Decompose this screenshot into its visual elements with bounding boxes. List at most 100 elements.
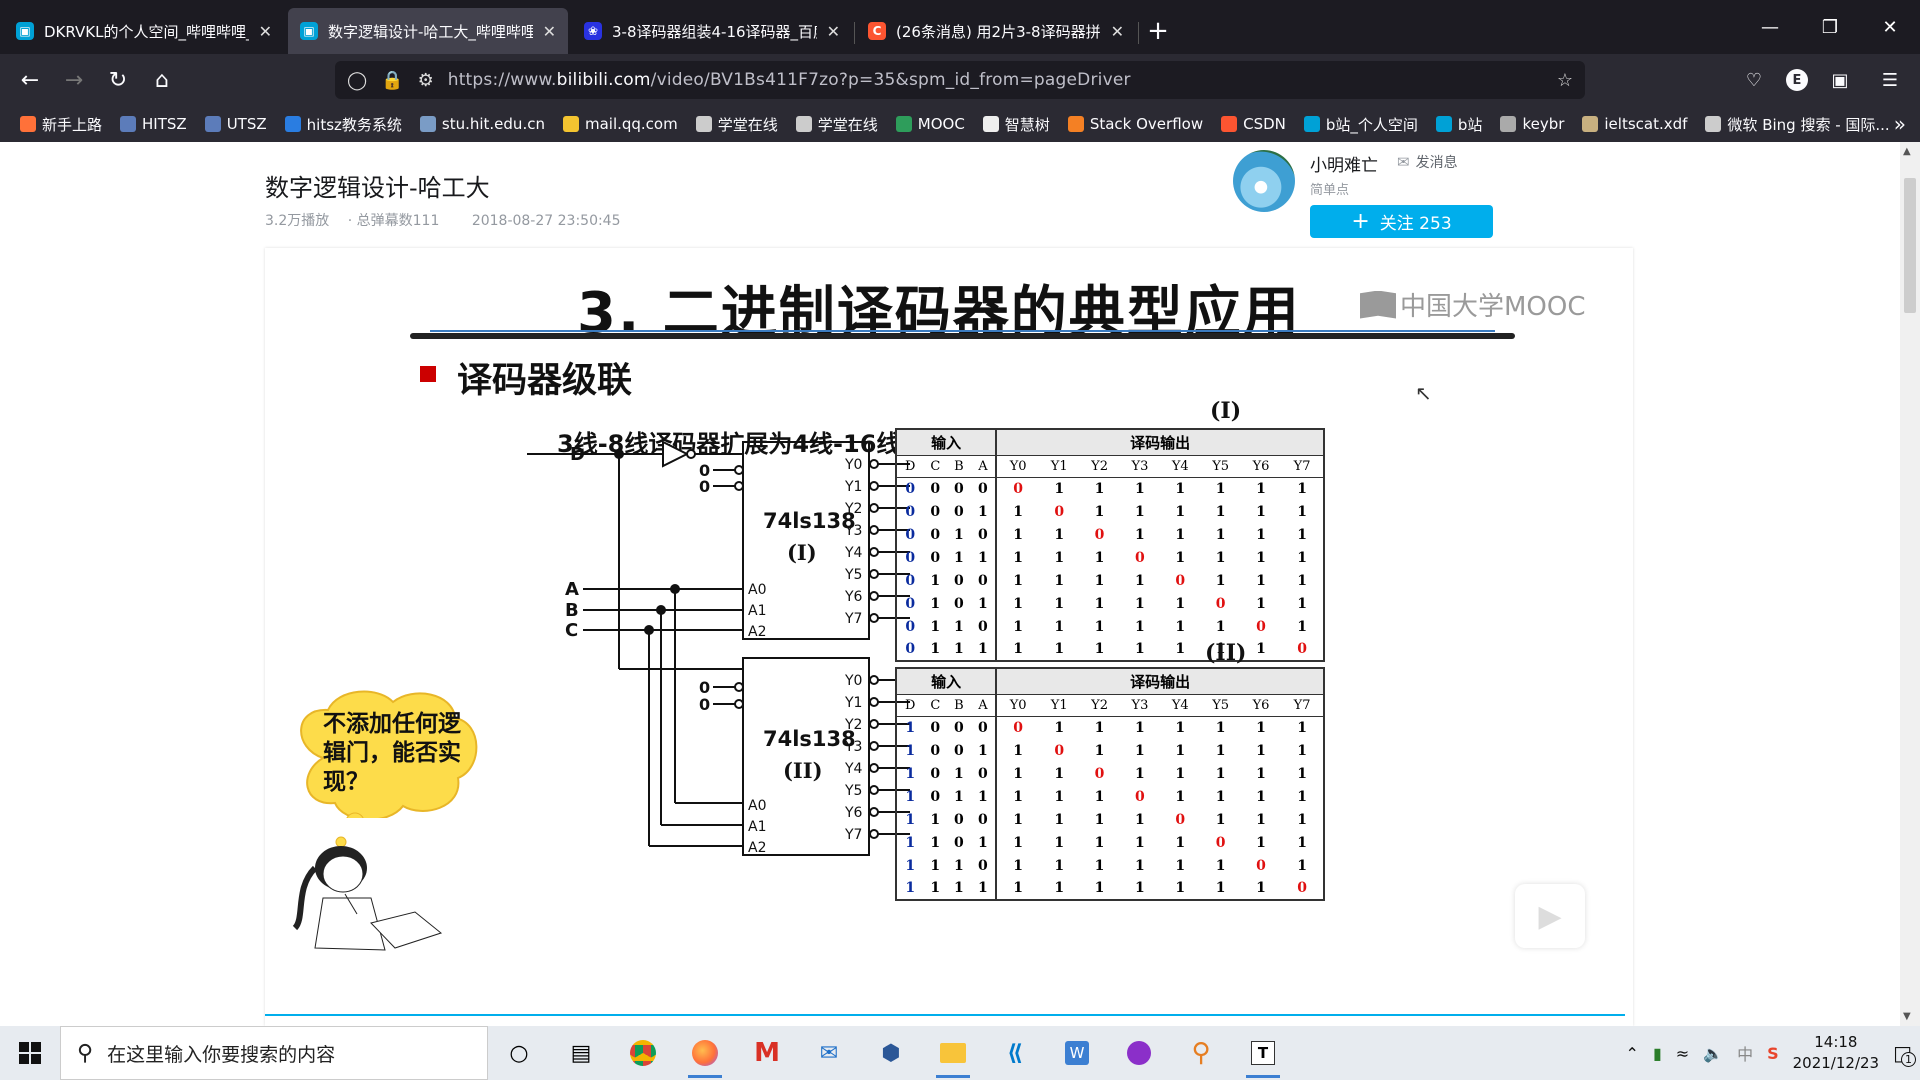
scrollbar-thumb[interactable] bbox=[1904, 178, 1916, 313]
typora-icon[interactable]: T bbox=[1232, 1026, 1294, 1080]
tab-2[interactable]: ▣ 数字逻辑设计-哈工大_哔哩哔哩_b ✕ bbox=[288, 8, 568, 54]
vscode-icon[interactable]: ⟪ bbox=[984, 1026, 1046, 1080]
table-cell: 1 bbox=[1094, 595, 1105, 612]
forward-icon[interactable]: → bbox=[52, 58, 96, 102]
close-tab-icon[interactable]: ✕ bbox=[1111, 22, 1124, 41]
bookmark-item[interactable]: 新手上路 bbox=[14, 114, 108, 135]
output-pin-label: Y2 bbox=[844, 501, 862, 517]
close-tab-icon[interactable]: ✕ bbox=[259, 22, 272, 41]
table-cell: 1 bbox=[1094, 719, 1105, 736]
address-pin-label: A0 bbox=[748, 798, 766, 814]
play-button[interactable]: ▶ bbox=[1515, 884, 1585, 948]
output-pin-bubble bbox=[869, 613, 879, 623]
more-bookmarks-icon[interactable]: » bbox=[1894, 112, 1906, 136]
table-cell: 1 bbox=[1256, 742, 1266, 759]
table-cell: 1 bbox=[970, 638, 998, 661]
bookmark-favicon-icon bbox=[20, 116, 36, 132]
lock-icon[interactable]: 🔒 bbox=[381, 70, 403, 91]
scroll-up-icon[interactable]: ▲ bbox=[1903, 146, 1911, 157]
table-cell: 1 bbox=[1054, 641, 1065, 657]
bookmark-item[interactable]: 微软 Bing 搜索 - 国际... bbox=[1699, 114, 1895, 135]
scroll-down-icon[interactable]: ▼ bbox=[1903, 1011, 1911, 1022]
gmail-icon[interactable]: M bbox=[736, 1026, 798, 1080]
output-pin-bubble bbox=[869, 829, 879, 839]
taskbar-search-box[interactable]: ⚲ 在这里输入你要搜索的内容 bbox=[60, 1026, 488, 1080]
windows-start-button[interactable] bbox=[0, 1026, 60, 1080]
send-message-link[interactable]: ✉ 发消息 bbox=[1397, 152, 1458, 172]
ime-indicator[interactable]: 中 bbox=[1737, 1041, 1753, 1065]
bookmark-item[interactable]: Stack Overflow bbox=[1062, 114, 1209, 135]
github-icon[interactable] bbox=[1108, 1026, 1170, 1080]
bookmark-item[interactable]: stu.hit.edu.cn bbox=[414, 114, 551, 135]
back-icon[interactable]: ← bbox=[8, 58, 52, 102]
close-tab-icon[interactable]: ✕ bbox=[827, 22, 840, 41]
tab-4[interactable]: C (26条消息) 用2片3-8译码器拼接 ✕ bbox=[856, 8, 1139, 54]
minimize-button[interactable]: — bbox=[1740, 0, 1800, 54]
tab-3[interactable]: ❀ 3-8译码器组装4-16译码器_百度知 ✕ bbox=[572, 8, 855, 54]
task-view-icon[interactable]: ▤ bbox=[550, 1026, 612, 1080]
permissions-icon[interactable]: ⚙ bbox=[418, 70, 434, 91]
bookmark-item[interactable]: 智慧树 bbox=[977, 114, 1056, 135]
table-cell: 0 bbox=[930, 526, 941, 543]
bookmark-item[interactable]: 学堂在线 bbox=[790, 114, 884, 135]
search-tool-icon[interactable]: ⚲ bbox=[1170, 1026, 1232, 1080]
table-cell: 1 bbox=[1135, 572, 1145, 589]
table-cell: 0 bbox=[970, 716, 998, 739]
uploader-name[interactable]: 小明难亡 bbox=[1310, 151, 1378, 176]
show-hidden-icons-chevron-up-icon[interactable]: ⌃ bbox=[1626, 1044, 1639, 1063]
address-bar[interactable]: ◯ 🔒 ⚙ https://www.bilibili.com/video/BV1… bbox=[335, 61, 1585, 99]
menu-icon[interactable]: ☰ bbox=[1872, 60, 1908, 100]
extension-icon[interactable]: ▣ bbox=[1822, 60, 1858, 100]
bookmark-item[interactable]: 学堂在线 bbox=[690, 114, 784, 135]
close-tab-icon[interactable]: ✕ bbox=[543, 22, 556, 41]
uploader-avatar[interactable] bbox=[1233, 150, 1295, 212]
firefox-icon[interactable] bbox=[674, 1026, 736, 1080]
table-cell: 0 bbox=[905, 526, 916, 543]
table-cell: 1 bbox=[1054, 857, 1065, 874]
video-player[interactable]: 3. 二进制译码器的典型应用 中国大学MOOC 译码器级联 3线-8线译码器扩展… bbox=[265, 248, 1633, 1026]
bookmark-favicon-icon bbox=[1582, 116, 1599, 132]
bookmark-item[interactable]: keybr bbox=[1494, 114, 1570, 135]
volume-icon[interactable]: 🔈 bbox=[1703, 1044, 1723, 1063]
url-text[interactable]: https://www.bilibili.com/video/BV1Bs411F… bbox=[448, 70, 1131, 90]
bookmark-item[interactable]: hitsz教务系统 bbox=[279, 114, 408, 135]
file-explorer-icon[interactable] bbox=[922, 1026, 984, 1080]
cortana-icon[interactable]: ○ bbox=[488, 1026, 550, 1080]
table-cell: 1 bbox=[1094, 503, 1105, 520]
word-icon[interactable]: W bbox=[1046, 1026, 1108, 1080]
chrome-icon[interactable] bbox=[612, 1026, 674, 1080]
home-icon[interactable]: ⌂ bbox=[140, 58, 184, 102]
bookmark-item[interactable]: HITSZ bbox=[114, 114, 193, 135]
mail-icon[interactable]: ✉ bbox=[798, 1026, 860, 1080]
bookmark-item[interactable]: b站_个人空间 bbox=[1298, 114, 1424, 135]
tracking-protection-icon[interactable]: ◯ bbox=[347, 70, 367, 91]
bookmark-star-icon[interactable]: ☆ bbox=[1557, 70, 1573, 91]
follow-button[interactable]: + 关注 253 bbox=[1310, 205, 1493, 238]
page-scrollbar[interactable]: ▲ ▼ bbox=[1900, 142, 1920, 1026]
output-pin-label: Y7 bbox=[844, 611, 862, 627]
extension-e-icon[interactable]: E bbox=[1786, 69, 1808, 91]
table-cell: 1 bbox=[970, 592, 998, 615]
sogou-ime-icon[interactable]: S bbox=[1767, 1044, 1779, 1063]
bookmark-item[interactable]: mail.qq.com bbox=[557, 114, 684, 135]
bookmark-item[interactable]: b站 bbox=[1430, 114, 1489, 135]
table-cell: 1 bbox=[1297, 572, 1307, 589]
new-tab-button[interactable]: + bbox=[1136, 8, 1180, 54]
battery-icon[interactable]: ▮ bbox=[1653, 1044, 1662, 1063]
wifi-icon[interactable]: ≈ bbox=[1676, 1044, 1689, 1063]
bookmark-item[interactable]: UTSZ bbox=[199, 114, 273, 135]
bookmark-item[interactable]: MOOC bbox=[890, 114, 971, 135]
restore-button[interactable]: ❐ bbox=[1800, 0, 1860, 54]
virtualbox-icon[interactable]: ⬢ bbox=[860, 1026, 922, 1080]
table-cell: 1 bbox=[1013, 503, 1024, 520]
clock[interactable]: 14:18 2021/12/23 bbox=[1793, 1032, 1879, 1074]
bookmark-item[interactable]: CSDN bbox=[1215, 114, 1292, 135]
notification-center-icon[interactable]: □1 bbox=[1893, 1041, 1916, 1067]
table-cell: 1 bbox=[1297, 549, 1307, 566]
tab-1[interactable]: ▣ DKRVKL的个人空间_哔哩哔哩_bi ✕ bbox=[4, 8, 284, 54]
reload-icon[interactable]: ↻ bbox=[96, 58, 140, 102]
close-window-button[interactable]: ✕ bbox=[1860, 0, 1920, 54]
table-cell: 1 bbox=[970, 739, 998, 762]
bookmark-item[interactable]: ieltscat.xdf bbox=[1576, 114, 1693, 135]
pocket-icon[interactable]: ♡ bbox=[1736, 60, 1772, 100]
